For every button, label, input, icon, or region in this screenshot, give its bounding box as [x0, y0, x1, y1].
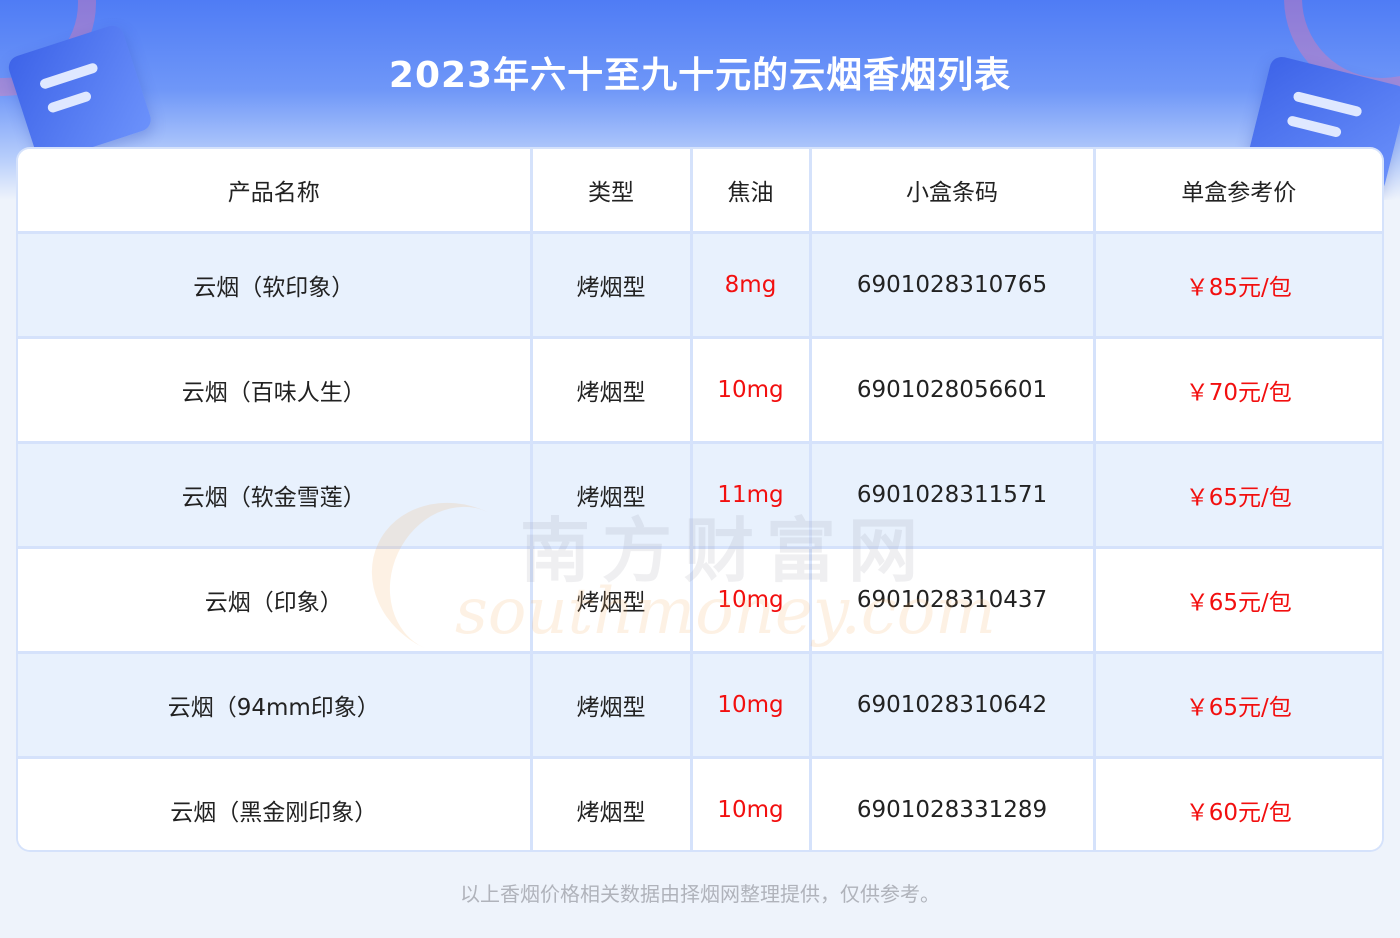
- cell-product-name: 云烟（黑金刚印象）: [18, 756, 533, 850]
- table-row: 云烟（百味人生） 烤烟型 10mg 6901028056601 ￥70元/包: [18, 336, 1382, 444]
- table-row: 云烟（黑金刚印象） 烤烟型 10mg 6901028331289 ￥60元/包: [18, 756, 1382, 850]
- page-title: 2023年六十至九十元的云烟香烟列表: [388, 55, 1012, 96]
- cell-type: 烤烟型: [529, 231, 693, 339]
- table-header-row: 产品名称 类型 焦油 小盒条码 单盒参考价: [18, 149, 1382, 234]
- table-row: 云烟（软金雪莲） 烤烟型 11mg 6901028311571 ￥65元/包: [18, 441, 1382, 549]
- cell-tar: 10mg: [689, 756, 812, 850]
- cell-price: ￥85元/包: [1092, 231, 1382, 339]
- cell-tar: 10mg: [689, 546, 812, 654]
- cell-type: 烤烟型: [529, 546, 693, 654]
- cell-barcode: 6901028310765: [808, 231, 1096, 339]
- cell-tar: 11mg: [689, 441, 812, 549]
- cell-price: ￥65元/包: [1092, 441, 1382, 549]
- cell-barcode: 6901028310437: [808, 546, 1096, 654]
- cell-price: ￥60元/包: [1092, 756, 1382, 850]
- cell-product-name: 云烟（软金雪莲）: [18, 441, 533, 549]
- header-price: 单盒参考价: [1092, 149, 1382, 234]
- header-type: 类型: [529, 149, 693, 234]
- cell-barcode: 6901028056601: [808, 336, 1096, 444]
- price-table-card: 产品名称 类型 焦油 小盒条码 单盒参考价 云烟（软印象） 烤烟型 8mg 69…: [18, 149, 1382, 850]
- header-product-name: 产品名称: [18, 149, 533, 234]
- cell-barcode: 6901028311571: [808, 441, 1096, 549]
- cell-price: ￥65元/包: [1092, 651, 1382, 759]
- cell-barcode: 6901028331289: [808, 756, 1096, 850]
- cell-type: 烤烟型: [529, 756, 693, 850]
- price-table: 产品名称 类型 焦油 小盒条码 单盒参考价 云烟（软印象） 烤烟型 8mg 69…: [18, 149, 1382, 850]
- cell-product-name: 云烟（印象）: [18, 546, 533, 654]
- table-row: 云烟（94mm印象） 烤烟型 10mg 6901028310642 ￥65元/包: [18, 651, 1382, 759]
- cell-price: ￥70元/包: [1092, 336, 1382, 444]
- cell-tar: 8mg: [689, 231, 812, 339]
- cell-tar: 10mg: [689, 336, 812, 444]
- cell-type: 烤烟型: [529, 441, 693, 549]
- header-barcode: 小盒条码: [808, 149, 1096, 234]
- cell-product-name: 云烟（软印象）: [18, 231, 533, 339]
- table-row: 云烟（软印象） 烤烟型 8mg 6901028310765 ￥85元/包: [18, 231, 1382, 339]
- footer-note: 以上香烟价格相关数据由择烟网整理提供，仅供参考。: [460, 882, 940, 906]
- cell-barcode: 6901028310642: [808, 651, 1096, 759]
- header-tar: 焦油: [689, 149, 812, 234]
- cell-type: 烤烟型: [529, 651, 693, 759]
- cell-product-name: 云烟（94mm印象）: [18, 651, 533, 759]
- table-row: 云烟（印象） 烤烟型 10mg 6901028310437 ￥65元/包: [18, 546, 1382, 654]
- cell-tar: 10mg: [689, 651, 812, 759]
- cell-price: ￥65元/包: [1092, 546, 1382, 654]
- cell-product-name: 云烟（百味人生）: [18, 336, 533, 444]
- cell-type: 烤烟型: [529, 336, 693, 444]
